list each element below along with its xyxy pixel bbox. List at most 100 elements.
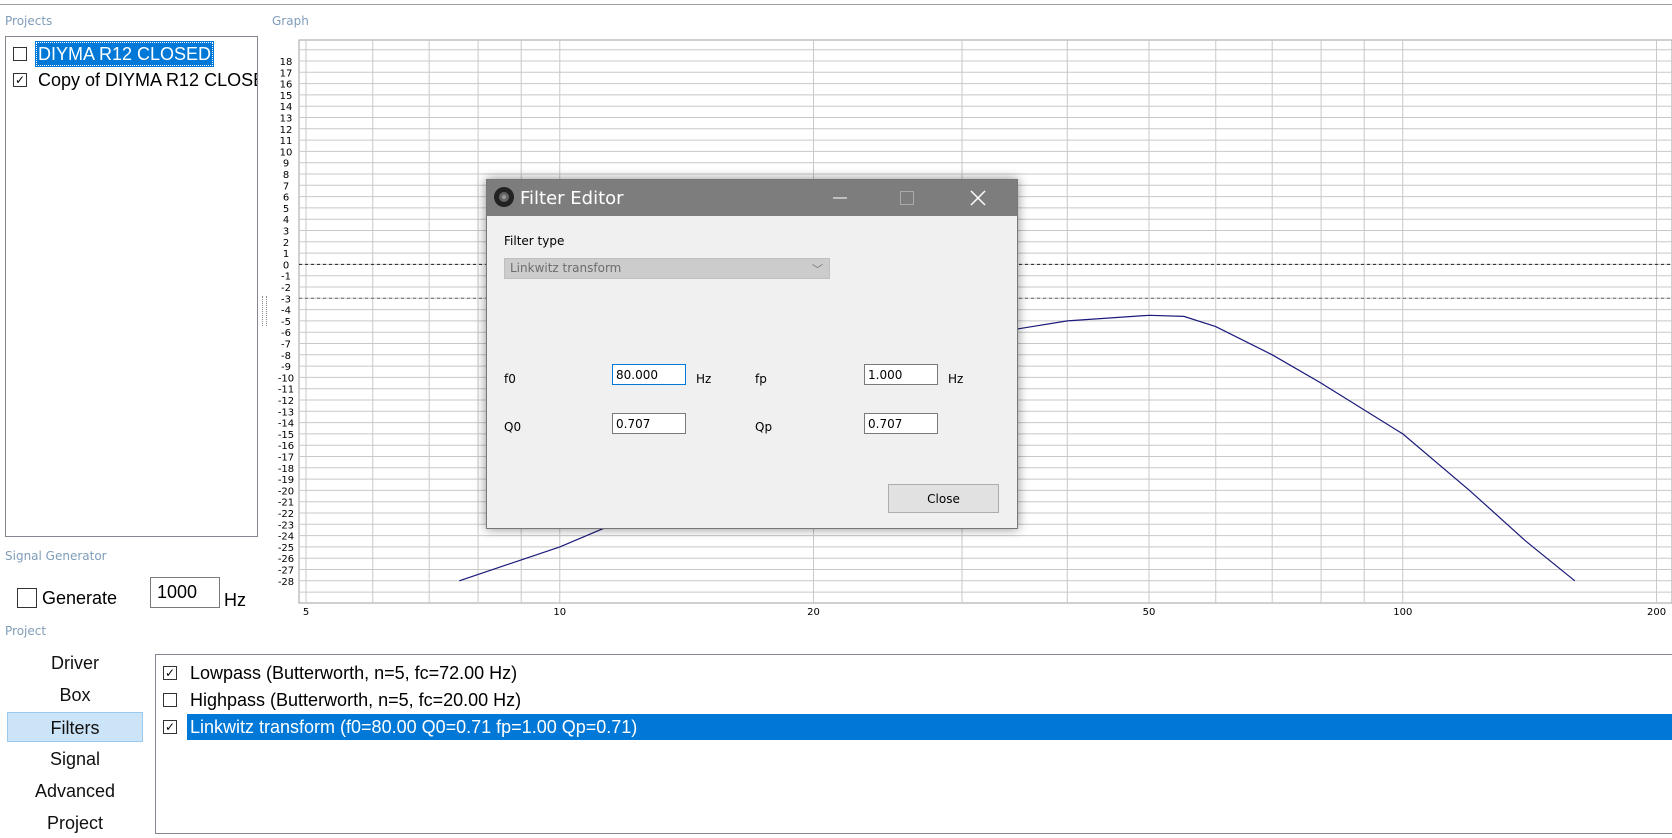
nav-filters[interactable]: Filters [7, 712, 143, 742]
filter-checkbox[interactable]: ✓ [163, 666, 177, 680]
y-tick-label: 16 [280, 80, 293, 91]
nav-advanced[interactable]: Advanced [7, 776, 143, 806]
y-tick-label: -10 [278, 373, 294, 384]
y-tick-label: -21 [278, 498, 294, 509]
y-tick-label: -12 [278, 396, 294, 407]
filter-checkbox[interactable]: ✓ [163, 720, 177, 734]
y-tick-label: 8 [283, 170, 289, 181]
check-icon: ✓ [165, 667, 175, 679]
signal-generator-label: Signal Generator [5, 549, 107, 563]
dialog-titlebar[interactable]: Filter Editor [487, 180, 1017, 216]
y-tick-label: 1 [283, 249, 289, 260]
y-tick-label: 4 [283, 215, 289, 226]
y-tick-label: 12 [280, 125, 293, 136]
fp-input[interactable] [864, 364, 938, 385]
generate-label: Generate [42, 588, 117, 609]
close-button[interactable]: Close [888, 484, 999, 513]
maximize-button[interactable] [884, 180, 930, 216]
project-checkbox[interactable]: ✓ [13, 73, 27, 87]
y-tick-label: -20 [278, 486, 294, 497]
filters-list[interactable]: ✓ Lowpass (Butterworth, n=5, fc=72.00 Hz… [155, 654, 1672, 834]
generate-checkbox[interactable] [17, 588, 37, 608]
nav-driver[interactable]: Driver [7, 648, 143, 678]
y-tick-label: -24 [278, 532, 294, 543]
y-tick-label: 10 [280, 147, 293, 158]
y-tick-label: -17 [278, 453, 294, 464]
close-icon [970, 190, 986, 206]
fp-unit: Hz [948, 372, 963, 386]
y-tick-label: -1 [281, 272, 291, 283]
x-tick-label: 200 [1647, 607, 1666, 618]
y-tick-label: -26 [278, 554, 294, 565]
f0-unit: Hz [696, 372, 711, 386]
maximize-icon [900, 191, 914, 205]
y-tick-label: -18 [278, 464, 294, 475]
filter-label: Lowpass (Butterworth, n=5, fc=72.00 Hz) [187, 660, 520, 686]
y-tick-label: -25 [278, 543, 294, 554]
y-tick-label: -2 [281, 283, 291, 294]
graph-section-label: Graph [272, 14, 309, 28]
q0-label: Q0 [504, 420, 521, 434]
filter-item-linkwitz[interactable]: ✓ Linkwitz transform (f0=80.00 Q0=0.71 f… [163, 714, 1672, 740]
y-tick-label: -22 [278, 509, 294, 520]
y-tick-label: -27 [278, 566, 294, 577]
qp-label: Qp [755, 420, 772, 434]
filter-item-lowpass[interactable]: ✓ Lowpass (Butterworth, n=5, fc=72.00 Hz… [163, 660, 520, 686]
y-tick-label: 18 [280, 57, 293, 68]
filter-checkbox[interactable] [163, 693, 177, 707]
y-tick-label: -7 [281, 340, 291, 351]
filter-type-value: Linkwitz transform [510, 261, 621, 275]
f0-input[interactable] [612, 364, 686, 385]
y-tick-label: -28 [278, 577, 294, 588]
y-tick-label: -8 [281, 351, 291, 362]
project-item[interactable]: ✓ Copy of DIYMA R12 CLOSED [13, 67, 257, 93]
y-tick-label: 2 [283, 238, 289, 249]
project-item[interactable]: DIYMA R12 CLOSED [13, 41, 257, 67]
x-tick-label: 50 [1143, 607, 1156, 618]
y-tick-label: -6 [281, 328, 291, 339]
y-tick-label: 7 [283, 181, 289, 192]
y-tick-label: 15 [280, 91, 293, 102]
y-tick-label: -13 [278, 407, 294, 418]
y-tick-label: -16 [278, 441, 294, 452]
x-tick-label: 20 [807, 607, 820, 618]
project-checkbox[interactable] [13, 47, 27, 61]
y-tick-label: 11 [280, 136, 293, 147]
fp-label: fp [755, 372, 767, 386]
x-tick-label: 10 [553, 607, 566, 618]
check-icon: ✓ [15, 74, 25, 86]
project-name: Copy of DIYMA R12 CLOSED [35, 67, 257, 93]
y-tick-label: -11 [278, 385, 294, 396]
project-name: DIYMA R12 CLOSED [35, 41, 214, 67]
dialog-title: Filter Editor [520, 188, 624, 209]
frequency-input[interactable] [150, 577, 220, 608]
nav-signal[interactable]: Signal [7, 744, 143, 774]
y-tick-label: 9 [283, 159, 289, 170]
speaker-icon [493, 186, 515, 213]
projects-list[interactable]: DIYMA R12 CLOSED ✓ Copy of DIYMA R12 CLO… [5, 36, 258, 537]
top-divider [0, 0, 1672, 5]
y-tick-label: 5 [283, 204, 289, 215]
minimize-icon [833, 191, 847, 205]
filter-label: Highpass (Butterworth, n=5, fc=20.00 Hz) [187, 687, 524, 713]
qp-input[interactable] [864, 413, 938, 434]
q0-input[interactable] [612, 413, 686, 434]
check-icon: ✓ [165, 721, 175, 733]
y-tick-label: -9 [281, 362, 291, 373]
chevron-down-icon: ﹀ [812, 261, 823, 277]
filter-editor-dialog: Filter Editor Filter type Linkwitz trans… [486, 179, 1018, 529]
filter-type-select[interactable]: Linkwitz transform ﹀ [504, 258, 830, 279]
filter-item-highpass[interactable]: Highpass (Butterworth, n=5, fc=20.00 Hz) [163, 687, 524, 713]
nav-project[interactable]: Project [7, 808, 143, 838]
y-tick-label: -19 [278, 475, 294, 486]
close-window-button[interactable] [955, 180, 1001, 216]
y-tick-label: 14 [280, 102, 293, 113]
nav-box[interactable]: Box [7, 680, 143, 710]
y-tick-label: -3 [281, 294, 291, 305]
x-tick-label: 100 [1393, 607, 1412, 618]
minimize-button[interactable] [817, 180, 863, 216]
projects-section-label: Projects [5, 14, 52, 28]
y-tick-label: 0 [283, 260, 289, 271]
y-tick-label: -4 [281, 306, 291, 317]
filter-type-label: Filter type [504, 234, 564, 248]
